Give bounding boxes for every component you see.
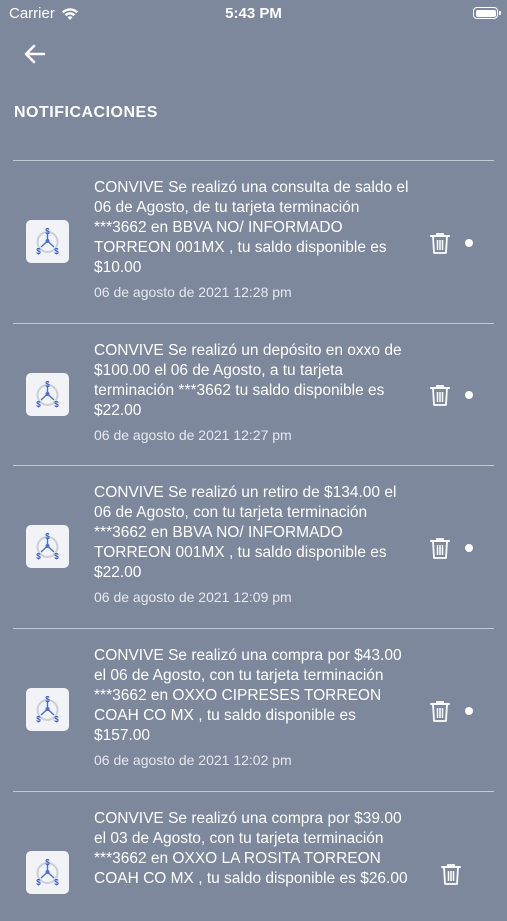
svg-text:$: $ (36, 400, 41, 409)
svg-text:$: $ (36, 878, 41, 887)
back-button[interactable] (20, 40, 50, 68)
trash-icon (430, 233, 450, 254)
notification-content: CONVIVE Se realizó una compra por $43.00… (94, 646, 414, 768)
svg-text:$: $ (36, 552, 41, 561)
svg-text:$: $ (36, 715, 41, 724)
svg-text:$: $ (45, 227, 50, 236)
delete-button[interactable] (428, 231, 452, 255)
notification-item[interactable]: $ $ $ CONVIVE Se realizó un depósito en … (13, 323, 494, 465)
svg-text:$: $ (45, 695, 50, 704)
svg-text:$: $ (54, 400, 59, 409)
money-flow-icon: $ $ $ (36, 858, 59, 887)
notification-item[interactable]: $ $ $ CONVIVE Se realizó un retiro de $1… (13, 465, 494, 628)
unread-dot (465, 707, 473, 715)
notification-list: $ $ $ CONVIVE Se realizó una consulta de… (13, 160, 494, 921)
page-title: NOTIFICACIONES (14, 104, 158, 121)
status-time: 5:43 PM (225, 5, 282, 22)
svg-text:$: $ (36, 247, 41, 256)
notification-avatar: $ $ $ (26, 373, 69, 416)
battery-icon (473, 7, 501, 19)
svg-text:$: $ (45, 380, 50, 389)
notification-message: CONVIVE Se realizó un depósito en oxxo d… (94, 342, 402, 419)
notification-content: CONVIVE Se realizó una consulta de saldo… (94, 178, 414, 300)
delete-button[interactable] (439, 862, 463, 886)
notification-date: 06 de agosto de 2021 12:09 pm (94, 589, 292, 605)
status-bar: Carrier 5:43 PM (0, 0, 507, 28)
notification-message: CONVIVE Se realizó una compra por $39.00… (94, 810, 408, 887)
money-flow-icon: $ $ $ (36, 695, 59, 724)
unread-dot (465, 544, 473, 552)
svg-text:$: $ (54, 552, 59, 561)
notification-date: 06 de agosto de 2021 12:28 pm (94, 284, 292, 300)
notification-avatar: $ $ $ (26, 688, 69, 731)
notification-date: 06 de agosto de 2021 12:27 pm (94, 427, 292, 443)
svg-text:$: $ (54, 878, 59, 887)
trash-icon (441, 864, 461, 885)
notification-message: CONVIVE Se realizó una compra por $43.00… (94, 647, 402, 744)
notification-message: CONVIVE Se realizó un retiro de $134.00 … (94, 484, 397, 581)
money-flow-icon: $ $ $ (36, 380, 59, 409)
trash-icon (430, 385, 450, 406)
notification-content: CONVIVE Se realizó un retiro de $134.00 … (94, 483, 414, 605)
notification-avatar: $ $ $ (26, 851, 69, 894)
unread-dot (465, 391, 473, 399)
trash-icon (430, 538, 450, 559)
arrow-left-icon (24, 44, 46, 64)
notification-avatar: $ $ $ (26, 525, 69, 568)
svg-text:$: $ (54, 247, 59, 256)
notification-content: CONVIVE Se realizó una compra por $39.00… (94, 809, 414, 889)
svg-text:$: $ (45, 858, 50, 867)
money-flow-icon: $ $ $ (36, 227, 59, 256)
notification-item[interactable]: $ $ $ CONVIVE Se realizó una compra por … (13, 791, 494, 921)
delete-button[interactable] (428, 699, 452, 723)
notification-item[interactable]: $ $ $ CONVIVE Se realizó una compra por … (13, 628, 494, 791)
money-flow-icon: $ $ $ (36, 532, 59, 561)
delete-button[interactable] (428, 383, 452, 407)
delete-button[interactable] (428, 536, 452, 560)
notification-avatar: $ $ $ (26, 220, 69, 263)
notification-message: CONVIVE Se realizó una consulta de saldo… (94, 179, 409, 276)
notification-item[interactable]: $ $ $ CONVIVE Se realizó una consulta de… (13, 160, 494, 323)
notification-date: 06 de agosto de 2021 12:02 pm (94, 752, 292, 768)
svg-text:$: $ (45, 532, 50, 541)
trash-icon (430, 701, 450, 722)
notification-content: CONVIVE Se realizó un depósito en oxxo d… (94, 341, 414, 443)
unread-dot (465, 239, 473, 247)
svg-text:$: $ (54, 715, 59, 724)
